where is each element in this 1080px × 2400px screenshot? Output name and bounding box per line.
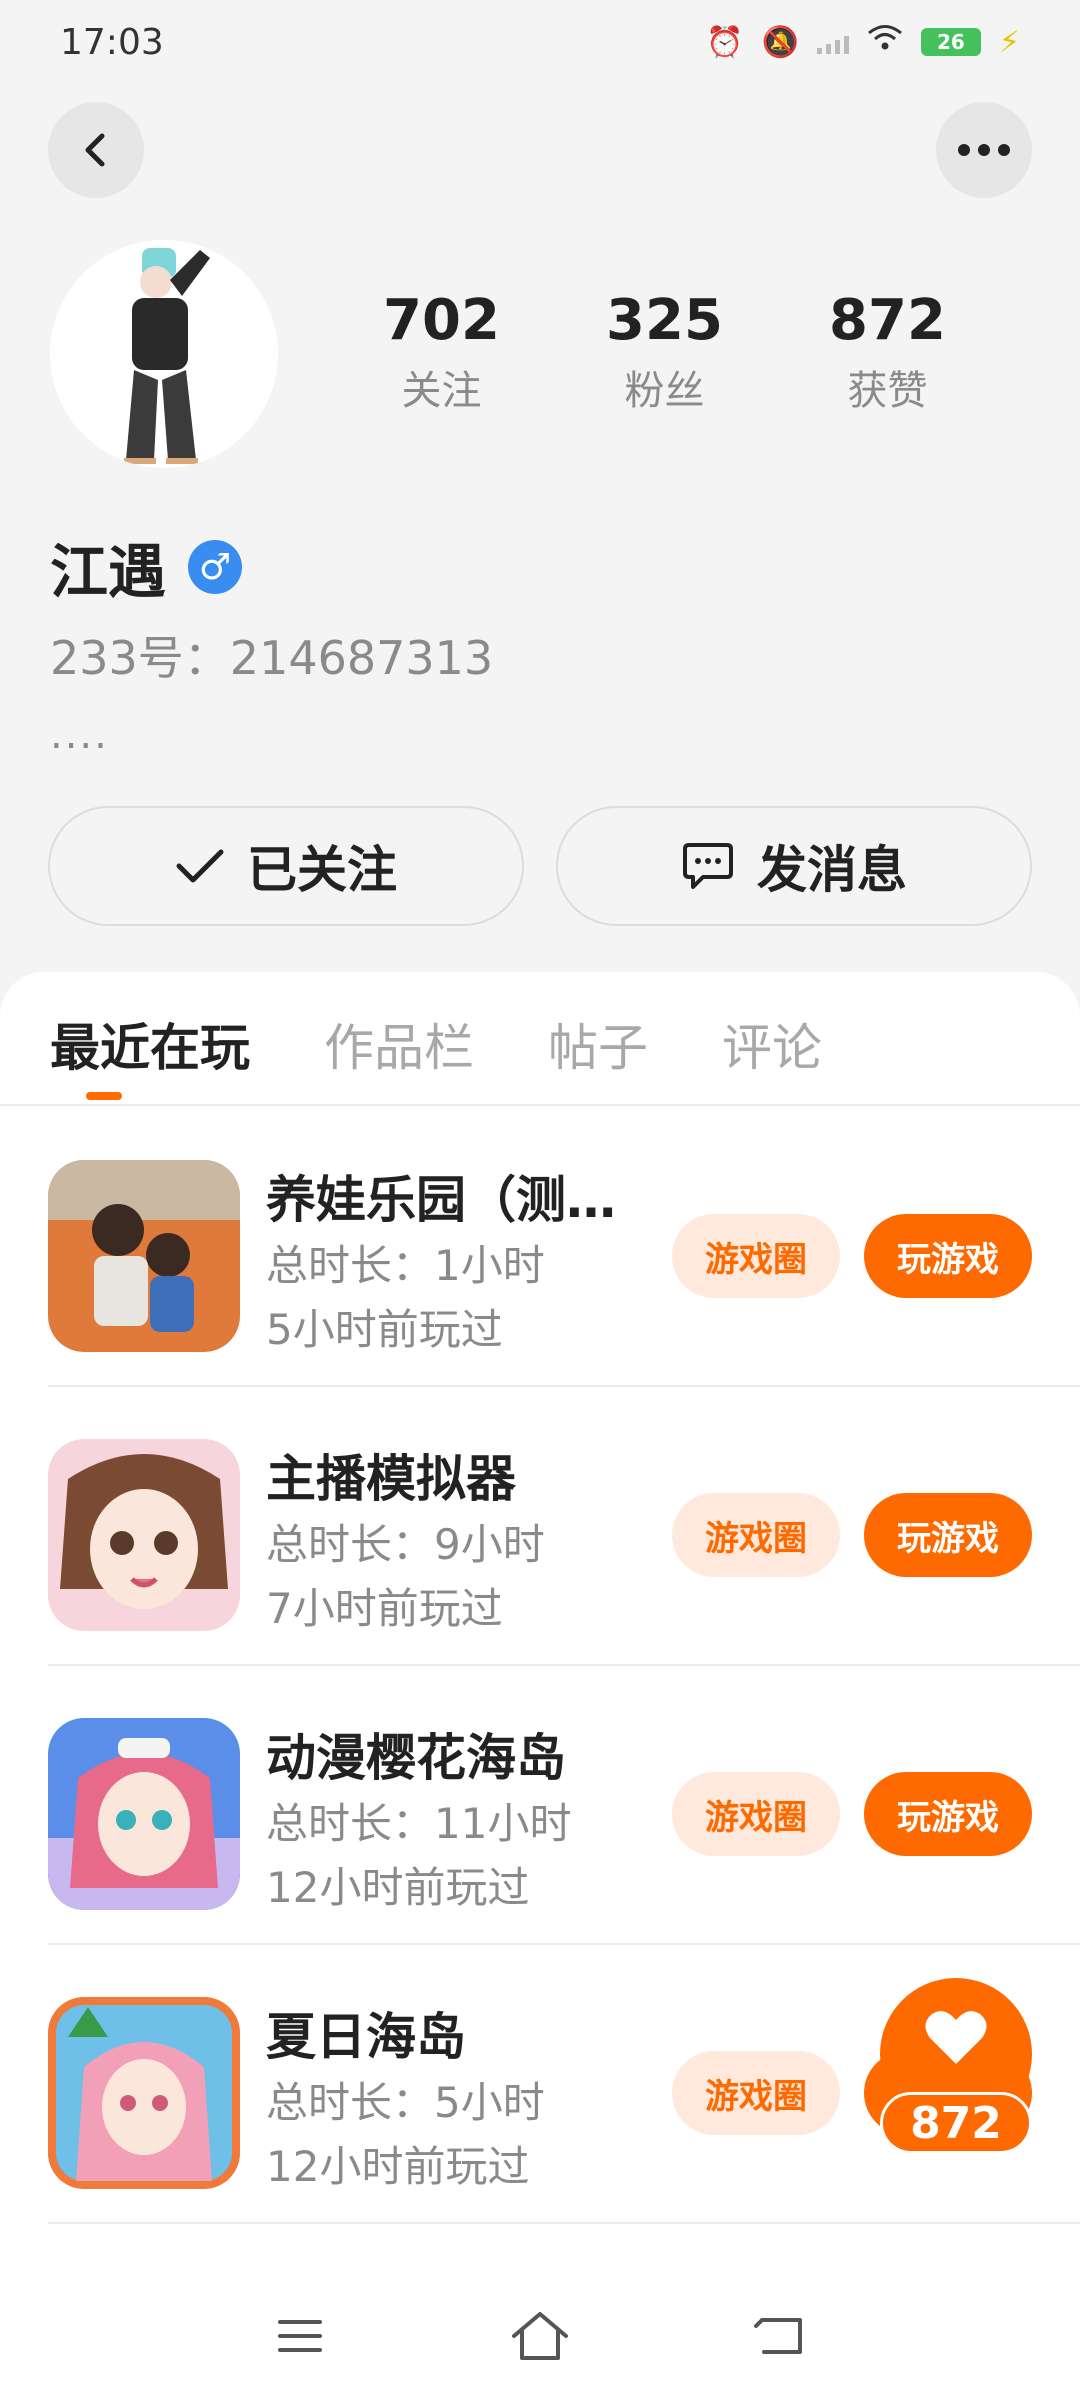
game-name: 主播模拟器 bbox=[266, 1450, 516, 1508]
signal-icon bbox=[816, 30, 849, 54]
game-last-played: 12小时前玩过 bbox=[266, 1863, 530, 1912]
heart-icon bbox=[925, 2011, 987, 2064]
charging-icon: ⚡ bbox=[998, 24, 1020, 60]
stat-label: 获赞 bbox=[847, 367, 928, 414]
play-game-button[interactable]: 玩游戏 bbox=[864, 1493, 1032, 1577]
game-name: 养娃乐园（测试服） bbox=[266, 1171, 646, 1229]
tab-recently-played[interactable]: 最近在玩 bbox=[50, 1008, 250, 1080]
game-icon[interactable] bbox=[48, 1439, 240, 1631]
game-duration: 总时长：5小时 bbox=[266, 2078, 545, 2127]
game-list-item[interactable]: 动漫樱花海岛 总时长：11小时 12小时前玩过 游戏圈 玩游戏 bbox=[48, 1666, 1080, 1945]
game-last-played: 5小时前玩过 bbox=[266, 1305, 503, 1354]
menu-icon bbox=[278, 2320, 322, 2352]
wifi-icon bbox=[867, 24, 903, 60]
stat-followers[interactable]: 325 粉丝 bbox=[553, 290, 776, 416]
profile-stats: 702 关注 325 粉丝 872 获赞 bbox=[330, 290, 1030, 416]
menu-nav-button[interactable] bbox=[260, 2296, 340, 2376]
user-id: 233号：214687313 bbox=[50, 631, 494, 685]
home-nav-button[interactable] bbox=[500, 2296, 580, 2376]
stat-value: 325 bbox=[606, 288, 723, 353]
tab-works[interactable]: 作品栏 bbox=[324, 1008, 474, 1080]
tabs-divider bbox=[0, 1104, 1080, 1106]
status-icons: ⏰ 🔕 26 ⚡ bbox=[706, 24, 1020, 60]
game-icon[interactable] bbox=[48, 1718, 240, 1910]
game-list-item[interactable]: 养娃乐园（测试服） 总时长：1小时 5小时前玩过 游戏圈 玩游戏 bbox=[48, 1108, 1080, 1387]
game-last-played: 7小时前玩过 bbox=[266, 1584, 503, 1633]
back-button[interactable] bbox=[48, 102, 144, 198]
like-count-badge: 872 bbox=[880, 2092, 1032, 2154]
followed-label: 已关注 bbox=[247, 841, 397, 899]
stat-label: 粉丝 bbox=[624, 367, 705, 414]
stat-label: 关注 bbox=[401, 367, 482, 414]
game-circle-button[interactable]: 游戏圈 bbox=[672, 1214, 840, 1298]
game-icon[interactable] bbox=[48, 1160, 240, 1352]
tab-bar: 最近在玩 作品栏 帖子 评论 bbox=[50, 1008, 822, 1080]
stat-value: 702 bbox=[383, 288, 500, 353]
game-list-item[interactable]: 主播模拟器 总时长：9小时 7小时前玩过 游戏圈 玩游戏 bbox=[48, 1387, 1080, 1666]
followed-button[interactable]: 已关注 bbox=[48, 806, 524, 926]
game-duration: 总时长：1小时 bbox=[266, 1241, 545, 1290]
game-circle-button[interactable]: 游戏圈 bbox=[672, 2051, 840, 2135]
play-game-button[interactable]: 玩游戏 bbox=[864, 1214, 1032, 1298]
back-nav-button[interactable] bbox=[740, 2296, 820, 2376]
send-message-button[interactable]: 发消息 bbox=[556, 806, 1032, 926]
status-bar: 17:03 ⏰ 🔕 26 ⚡ bbox=[0, 0, 1080, 84]
game-circle-button[interactable]: 游戏圈 bbox=[672, 1493, 840, 1577]
user-bio: .... bbox=[50, 712, 109, 758]
game-duration: 总时长：11小时 bbox=[266, 1799, 572, 1848]
male-gender-icon: ♂ bbox=[188, 540, 243, 594]
stat-following[interactable]: 702 关注 bbox=[330, 290, 553, 416]
check-icon bbox=[176, 849, 224, 883]
game-name: 动漫樱花海岛 bbox=[266, 1729, 566, 1787]
back-arrow-icon bbox=[85, 133, 105, 167]
stat-likes[interactable]: 872 获赞 bbox=[776, 290, 999, 416]
stat-value: 872 bbox=[829, 288, 946, 353]
send-message-label: 发消息 bbox=[757, 841, 907, 899]
game-icon[interactable] bbox=[48, 1997, 240, 2189]
game-last-played: 12小时前玩过 bbox=[266, 2142, 530, 2191]
user-name: 江遇 bbox=[50, 538, 167, 606]
mute-icon: 🔕 bbox=[761, 24, 799, 60]
alarm-icon: ⏰ bbox=[706, 24, 744, 60]
tab-posts[interactable]: 帖子 bbox=[548, 1008, 648, 1080]
name-row: 江遇 ♂ bbox=[50, 525, 243, 609]
active-tab-indicator bbox=[86, 1092, 122, 1100]
avatar-figure-icon bbox=[124, 248, 210, 464]
game-circle-button[interactable]: 游戏圈 bbox=[672, 1772, 840, 1856]
home-icon bbox=[512, 2312, 568, 2360]
status-time: 17:03 bbox=[60, 21, 164, 63]
tab-comments[interactable]: 评论 bbox=[722, 1008, 822, 1080]
game-name: 夏日海岛 bbox=[266, 2008, 466, 2066]
return-icon bbox=[754, 2318, 802, 2354]
play-game-button[interactable]: 玩游戏 bbox=[864, 1772, 1032, 1856]
avatar[interactable] bbox=[50, 240, 278, 468]
system-nav-bar bbox=[0, 2272, 1080, 2400]
battery-icon: 26 bbox=[920, 28, 981, 56]
more-button[interactable] bbox=[936, 102, 1032, 198]
more-dots-icon bbox=[958, 144, 1010, 156]
chat-bubble-icon bbox=[683, 843, 733, 889]
game-duration: 总时长：9小时 bbox=[266, 1520, 545, 1569]
